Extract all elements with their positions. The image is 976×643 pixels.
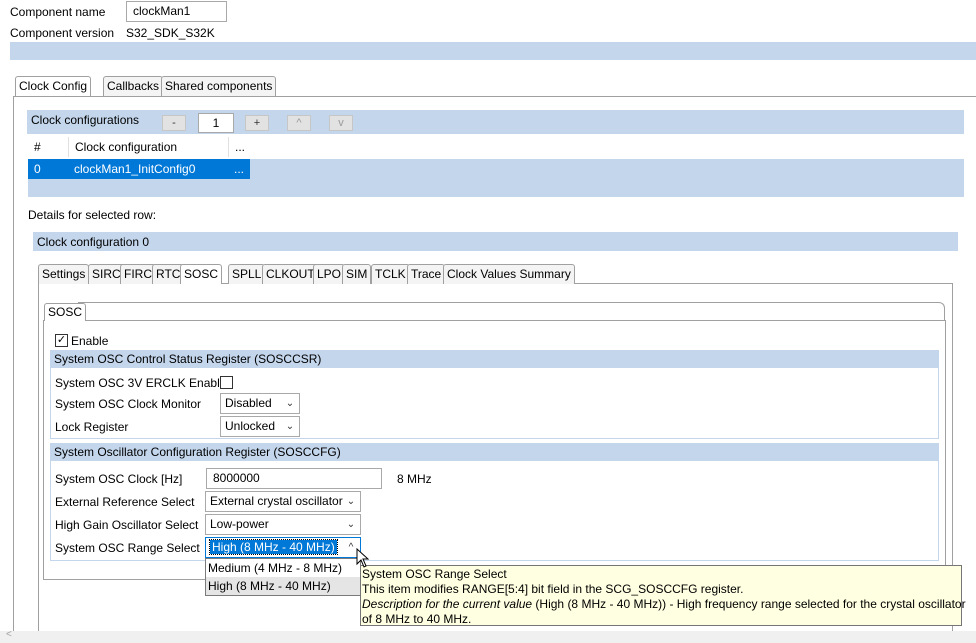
- table-row[interactable]: 0 clockMan1_InitConfig0 ...: [28, 159, 964, 179]
- component-version-label: Component version: [10, 26, 115, 40]
- tooltip-description: Description for the current value (High …: [362, 597, 966, 612]
- config-title: Clock configuration 0: [37, 235, 150, 249]
- row-more-button[interactable]: ...: [228, 159, 244, 179]
- move-down-button[interactable]: v: [329, 115, 353, 131]
- enable-checkbox[interactable]: ✓: [55, 334, 68, 347]
- tooltip-desc-rest: (High (8 MHz - 40 MHz)) - High frequency…: [532, 597, 966, 611]
- grid-header-row: # Clock configuration ...: [28, 137, 964, 157]
- tab-callbacks[interactable]: Callbacks: [103, 76, 164, 96]
- component-version-value: S32_SDK_S32K: [126, 26, 215, 40]
- tooltip-line3: of 8 MHz to 40 MHz.: [362, 612, 472, 626]
- config-title-bar: [33, 232, 958, 251]
- details-label: Details for selected row:: [28, 208, 157, 222]
- range-dropdown-list: Medium (4 MHz - 8 MHz) High (8 MHz - 40 …: [205, 558, 361, 596]
- add-config-button[interactable]: +: [245, 115, 269, 131]
- component-name-input[interactable]: clockMan1: [126, 1, 227, 22]
- extref-select[interactable]: External crystal oscillator ⌄: [205, 491, 361, 512]
- range-option-medium[interactable]: Medium (4 MHz - 8 MHz): [206, 559, 360, 577]
- lock-select[interactable]: Unlocked ⌄: [220, 416, 300, 437]
- tab-sosc[interactable]: SOSC: [180, 264, 223, 284]
- horizontal-scrollbar[interactable]: <: [0, 629, 976, 643]
- tooltip-title: System OSC Range Select: [362, 567, 507, 581]
- header-separator-bar: [10, 42, 976, 60]
- clock-hz-unit: 8 MHz: [397, 472, 432, 486]
- tab-lpo[interactable]: LPO: [313, 264, 346, 284]
- sosccfg-title: System Oscillator Configuration Register…: [50, 443, 939, 461]
- tab-firc[interactable]: FIRC: [120, 264, 156, 284]
- tab-spll[interactable]: SPLL: [228, 264, 266, 284]
- remove-config-button[interactable]: -: [162, 115, 186, 131]
- component-name-label: Component name: [10, 5, 106, 19]
- tab-sim[interactable]: SIM: [342, 264, 372, 284]
- mouse-cursor-icon: [356, 548, 370, 568]
- monitor-select[interactable]: Disabled ⌄: [220, 393, 300, 414]
- tab-clock-values-summary[interactable]: Clock Values Summary: [443, 264, 575, 284]
- extref-value: External crystal oscillator: [210, 494, 343, 508]
- range-option-high[interactable]: High (8 MHz - 40 MHz): [206, 577, 360, 595]
- extref-label: External Reference Select: [55, 495, 195, 509]
- clock-configurations-title: Clock configurations: [31, 113, 140, 127]
- lock-label: Lock Register: [55, 420, 129, 434]
- range-value: High (8 MHz - 40 MHz): [209, 539, 338, 555]
- empty-grid-row: [28, 179, 964, 197]
- tab-shared-components[interactable]: Shared components: [161, 76, 277, 96]
- erclk-label: System OSC 3V ERCLK Enable: [55, 376, 227, 390]
- row-config-name[interactable]: clockMan1_InitConfig0: [68, 159, 195, 179]
- tooltip-desc-italic: Description for the current value: [362, 597, 533, 611]
- tooltip-line1: This item modifies RANGE[5:4] bit field …: [362, 582, 744, 596]
- range-label: System OSC Range Select: [55, 541, 200, 555]
- tab-settings[interactable]: Settings: [38, 264, 90, 284]
- sosc-group-label: SOSC: [44, 303, 87, 321]
- row-index: 0: [34, 162, 41, 176]
- clock-hz-input[interactable]: 8000000: [206, 468, 382, 489]
- lock-value: Unlocked: [225, 419, 276, 433]
- grid-header-index: #: [34, 140, 41, 154]
- chevron-down-icon: ⌄: [285, 421, 295, 432]
- chevron-down-icon: ⌄: [346, 519, 356, 530]
- range-select[interactable]: High (8 MHz - 40 MHz) ^: [205, 537, 361, 558]
- scroll-left-icon[interactable]: <: [6, 629, 12, 640]
- sosc-group-header-line: [78, 302, 945, 320]
- tab-trace[interactable]: Trace: [407, 264, 446, 284]
- tab-clock-config[interactable]: Clock Config: [15, 76, 92, 96]
- grid-header-more: ...: [228, 137, 250, 157]
- monitor-value: Disabled: [225, 396, 272, 410]
- enable-label: Enable: [71, 334, 109, 348]
- erclk-checkbox[interactable]: [220, 376, 233, 389]
- monitor-label: System OSC Clock Monitor: [55, 397, 202, 411]
- tab-clkout[interactable]: CLKOUT: [262, 264, 319, 284]
- clock-hz-label: System OSC Clock [Hz]: [55, 472, 183, 486]
- chevron-down-icon: ⌄: [346, 496, 356, 507]
- tab-tclk[interactable]: TCLK: [371, 264, 410, 284]
- gain-select[interactable]: Low-power ⌄: [205, 514, 361, 535]
- sosccsr-title: System OSC Control Status Register (SOSC…: [50, 350, 939, 368]
- chevron-down-icon: ⌄: [285, 398, 295, 409]
- gain-value: Low-power: [210, 517, 269, 531]
- gain-label: High Gain Oscillator Select: [55, 518, 199, 532]
- config-count-input[interactable]: 1: [198, 113, 234, 133]
- range-tooltip: System OSC Range Select This item modifi…: [360, 565, 966, 626]
- move-up-button[interactable]: ^: [287, 115, 311, 131]
